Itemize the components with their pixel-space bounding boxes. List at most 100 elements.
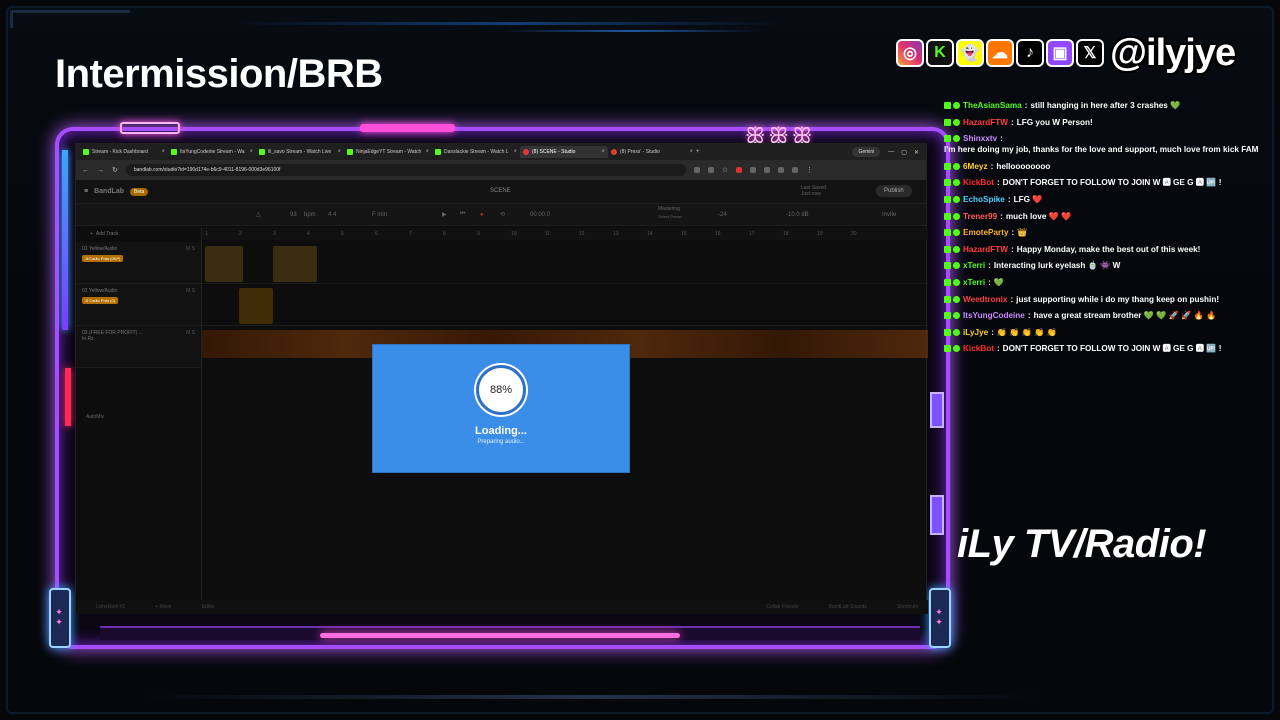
close-icon[interactable]: × — [601, 149, 605, 155]
chat-username[interactable]: Weedtronix — [963, 294, 1007, 305]
key-value[interactable]: F min — [372, 212, 387, 218]
frame-accent-line — [140, 695, 1040, 699]
publish-button[interactable]: Publish — [876, 185, 912, 197]
extension-icon[interactable] — [736, 167, 743, 173]
track-header[interactable]: 03 (FREE FOR PROFIT) ... M S In Rx — [76, 326, 201, 368]
chat-username[interactable]: iLyJye — [963, 327, 988, 338]
verified-badge-icon — [953, 262, 960, 270]
close-icon[interactable]: × — [161, 149, 165, 155]
chat-username[interactable]: xTerri — [963, 260, 985, 271]
audio-clip[interactable] — [205, 246, 243, 282]
timeline-ruler[interactable]: 1 2 3 4 5 6 7 8 9 10 11 12 13 14 15 16 17 18 19 20 — [201, 228, 928, 240]
chat-username[interactable]: xTerri — [963, 277, 985, 288]
verified-badge-icon — [953, 212, 960, 220]
skip-back-icon[interactable]: ⏮ — [460, 211, 465, 218]
chat-text: much love ❤️ ❤️ — [1005, 211, 1072, 221]
browser-tab[interactable]: Stream - Kick Dashboard × — [80, 146, 168, 158]
automix-toggle[interactable]: AutoMix — [86, 414, 104, 420]
kick-badge-icon — [944, 179, 951, 187]
chat-username[interactable]: 6Meyz — [963, 161, 988, 172]
track-lane[interactable] — [201, 242, 928, 284]
close-icon[interactable]: × — [337, 149, 341, 155]
browser-tab[interactable]: ItsYungCodeine Stream - Wa × — [168, 146, 256, 158]
extension-icon[interactable] — [707, 167, 714, 173]
chat-username[interactable]: KickBot — [963, 177, 994, 188]
audio-clip[interactable] — [273, 246, 317, 282]
forward-icon[interactable]: → — [97, 167, 104, 174]
zoom-value[interactable]: -24 — [718, 212, 727, 218]
play-icon[interactable]: ▶ — [442, 211, 447, 218]
chat-username[interactable]: EmoteParty — [963, 227, 1009, 238]
browser-tab[interactable]: NinjaEdgeYT Stream - Watch × — [344, 146, 432, 158]
menu-icon[interactable]: ⋮ — [806, 166, 813, 174]
mastering-label[interactable]: Mastering — [658, 206, 680, 212]
chat-message: TheAsianSama: still hanging in here after… — [944, 100, 1270, 111]
chat-message: Weedtronix: just supporting while i do my… — [944, 294, 1270, 305]
chat-username[interactable]: HazardFTW — [963, 244, 1008, 255]
bandlab-icon — [611, 149, 617, 155]
star-icon[interactable]: ☆ — [722, 166, 728, 174]
url-input[interactable]: bandlab.com/studio?id=190d174e-b6c9-4011… — [125, 164, 686, 176]
chat-text: I'm here doing my job, thanks for the lo… — [944, 145, 1259, 155]
footer-item[interactable]: Editor — [202, 604, 215, 610]
chat-message: iLyJye: 👏 👏 👏 👏 👏 — [944, 327, 1270, 338]
audio-clip[interactable] — [239, 288, 273, 324]
chat-username[interactable]: KickBot — [963, 343, 994, 354]
footer-item[interactable]: BandLab Sounds — [829, 604, 867, 610]
close-icon[interactable]: × — [689, 149, 693, 155]
extension-icon[interactable] — [750, 167, 757, 173]
close-icon[interactable]: × — [425, 149, 429, 155]
verified-badge-icon — [953, 118, 960, 126]
mastering-preset[interactable]: Select Preset — [658, 214, 682, 219]
browser-tab[interactable]: Danslackie Stream - Watch L × — [432, 146, 520, 158]
kick-badge-icon — [944, 229, 951, 237]
back-icon[interactable]: ← — [82, 167, 89, 174]
close-icon[interactable]: × — [513, 149, 517, 155]
close-icon[interactable]: × — [249, 149, 253, 155]
footer-item[interactable]: Shortcuts — [897, 604, 918, 610]
maximize-icon[interactable]: ▢ — [901, 149, 907, 156]
profile-icon[interactable] — [792, 167, 799, 173]
close-window-icon[interactable]: ✕ — [914, 149, 919, 156]
extension-icon[interactable] — [693, 167, 700, 173]
tab-bar: Stream - Kick Dashboard × ItsYungCodeine … — [76, 144, 926, 160]
loop-icon[interactable]: ⟲ — [500, 211, 505, 218]
metronome-icon[interactable]: △ — [256, 211, 261, 218]
hamburger-menu-icon[interactable]: ≡ — [84, 188, 88, 195]
browser-tab[interactable]: lil_savo Stream - Watch Live × — [256, 146, 344, 158]
track-header[interactable]: 02 Yellow/Audio M S Jf Cadio Prds (0) — [76, 284, 201, 326]
chat-username[interactable]: ItsYungCodeine — [963, 310, 1025, 321]
time-signature[interactable]: 4 4 — [328, 212, 336, 218]
new-tab-button[interactable]: + — [696, 149, 700, 155]
bandlab-logo: BandLab — [94, 188, 125, 195]
footer-item[interactable]: Collab Friends — [766, 604, 798, 610]
chat-username[interactable]: Trener99 — [963, 211, 997, 222]
chat-separator: : — [1027, 311, 1031, 321]
footer-item[interactable]: + Mixer — [155, 604, 172, 610]
download-icon[interactable] — [778, 167, 785, 173]
record-icon[interactable]: ● — [480, 212, 484, 218]
chat-username[interactable]: HazardFTW — [963, 117, 1008, 128]
bpm-value[interactable]: 93 — [290, 212, 297, 218]
verified-badge-icon — [953, 229, 960, 237]
chat-username[interactable]: TheAsianSama — [963, 100, 1022, 111]
browser-tab[interactable]: (8) Press' - Studio × — [608, 146, 696, 158]
track-lane[interactable] — [201, 284, 928, 326]
track-header[interactable]: 01 Yellow/Audio M S Jf:Cadio Prds (0KP) — [76, 242, 201, 284]
browser-tab-active[interactable]: (8) SCENE - Studio × — [520, 146, 608, 158]
minimize-icon[interactable]: — — [888, 149, 894, 155]
footer-item[interactable]: UsheRem #1 — [96, 604, 125, 610]
reload-icon[interactable]: ↻ — [112, 166, 118, 174]
add-track-button[interactable]: + Add Track — [76, 228, 201, 240]
chat-username[interactable]: EchoSpike — [963, 194, 1005, 205]
extension-icon[interactable] — [764, 167, 771, 173]
volume-value[interactable]: -10.0 dB — [786, 212, 809, 218]
chat-text: just supporting while i do my thang keep… — [1016, 294, 1220, 304]
snapchat-icon: 👻 — [956, 39, 984, 67]
chat-badges — [944, 245, 960, 253]
gemini-button[interactable]: Gemini — [852, 147, 881, 157]
chat-separator: : — [996, 178, 1000, 188]
chat-text: have a great stream brother 💚 💚 🚀 🚀 🔥 🔥 — [1033, 311, 1217, 321]
chat-username[interactable]: Shinxxtv — [963, 133, 997, 144]
invite-button[interactable]: Invite — [882, 212, 896, 218]
